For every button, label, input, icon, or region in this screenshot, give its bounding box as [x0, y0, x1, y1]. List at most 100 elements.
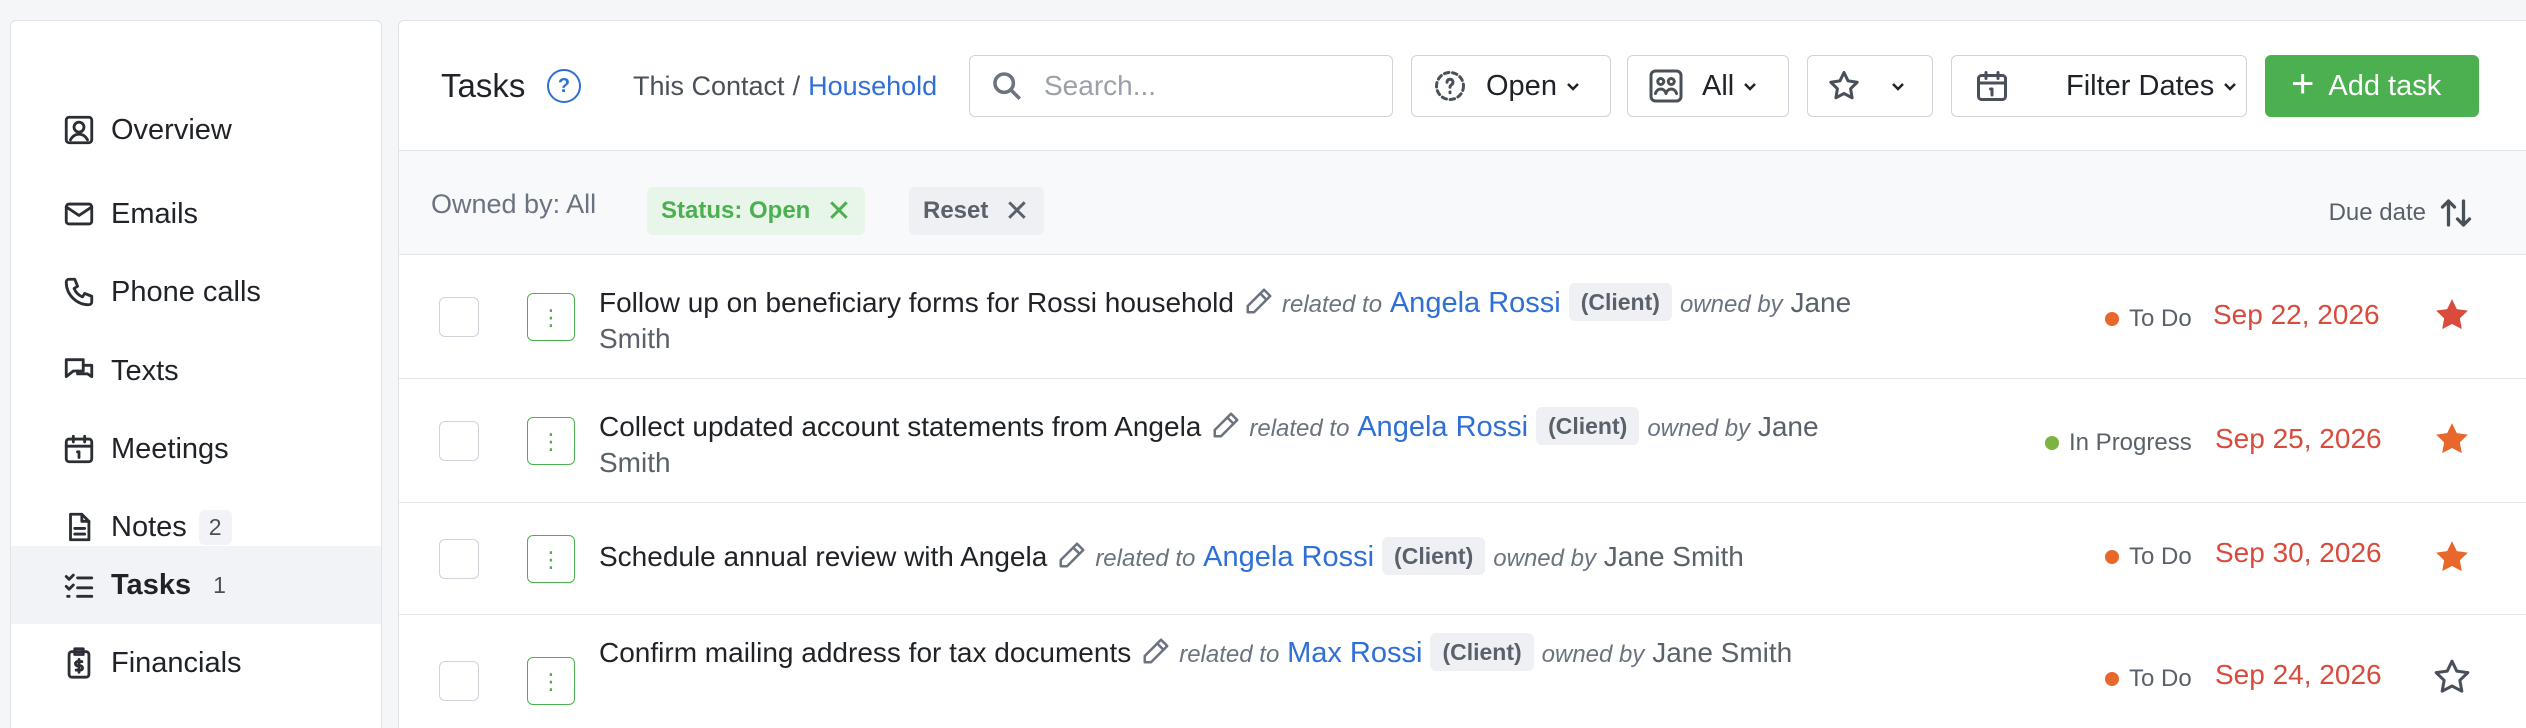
- reset-filters-chip[interactable]: Reset ✕: [909, 187, 1044, 235]
- status-dot-icon: [2105, 672, 2119, 686]
- sidebar-item-meetings[interactable]: Meetings: [11, 410, 381, 488]
- chat-icon: [61, 353, 97, 389]
- contact-type-badge: (Client): [1536, 407, 1640, 445]
- status-label: To Do: [2129, 665, 2192, 692]
- notes-count-badge: 2: [198, 509, 232, 545]
- star-filled-icon[interactable]: [2432, 419, 2472, 459]
- owner-filter-dropdown[interactable]: All: [1627, 55, 1789, 117]
- phone-icon: [61, 274, 97, 310]
- owner-filter-label: All: [1702, 69, 1735, 102]
- close-icon[interactable]: ✕: [826, 194, 851, 229]
- chevron-down-icon: [2224, 83, 2237, 91]
- task-row[interactable]: ⋮ Follow up on beneficiary forms for Ros…: [399, 255, 2526, 379]
- sidebar-item-label: Emails: [111, 197, 199, 230]
- task-checkbox[interactable]: [439, 421, 479, 461]
- task-row[interactable]: ⋮ Confirm mailing address for tax docume…: [399, 615, 2526, 728]
- search-input[interactable]: [1044, 70, 1364, 102]
- date-filter-dropdown[interactable]: Filter Dates: [1951, 55, 2247, 117]
- task-text: Follow up on beneficiary forms for Rossi…: [599, 283, 1869, 356]
- status-chip-label: Status: Open: [661, 197, 811, 224]
- drag-handle-icon[interactable]: ⋮: [527, 417, 575, 465]
- sidebar-item-label: Tasks: [111, 568, 192, 601]
- sidebar-item-overview[interactable]: Overview: [11, 91, 381, 169]
- sidebar-item-label: Meetings: [111, 432, 229, 465]
- plus-icon: +: [2291, 62, 2315, 106]
- task-title[interactable]: Collect updated account statements from …: [599, 411, 1201, 442]
- task-text: Schedule annual review with Angela relate…: [599, 537, 1999, 576]
- sort-due-date[interactable]: Due date: [2329, 195, 2474, 231]
- sidebar-item-label: Phone calls: [111, 275, 261, 308]
- breadcrumb-this-contact[interactable]: This Contact: [633, 71, 785, 101]
- sort-label: Due date: [2328, 199, 2426, 226]
- related-to-text: related to: [1095, 545, 1196, 572]
- task-owner: Jane Smith: [1603, 541, 1744, 572]
- sidebar-item-label: Texts: [111, 354, 179, 387]
- status-dot-icon: [2105, 550, 2119, 564]
- drag-handle-icon[interactable]: ⋮: [527, 535, 575, 583]
- star-outline-icon[interactable]: [2432, 657, 2472, 697]
- pencil-icon[interactable]: [1141, 636, 1171, 666]
- drag-handle-icon[interactable]: ⋮: [527, 293, 575, 341]
- task-title[interactable]: Schedule annual review with Angela: [599, 541, 1047, 572]
- close-icon[interactable]: ✕: [1004, 194, 1029, 229]
- status-badge: To Do: [2105, 305, 2192, 333]
- status-filter-label: Open: [1486, 69, 1557, 102]
- team-icon: [1649, 69, 1683, 103]
- task-row[interactable]: ⋮ Schedule annual review with Angela rela…: [399, 503, 2526, 615]
- star-filled-icon[interactable]: [2432, 537, 2472, 577]
- owned-by-text: owned by: [1647, 415, 1751, 442]
- owned-by-text: owned by: [1493, 545, 1597, 572]
- pencil-icon[interactable]: [1244, 286, 1274, 316]
- task-title[interactable]: Follow up on beneficiary forms for Rossi…: [599, 287, 1234, 318]
- task-checkbox[interactable]: [439, 297, 479, 337]
- due-date: Sep 24, 2026: [2215, 659, 2382, 690]
- chevron-down-icon: [1567, 83, 1579, 91]
- breadcrumb-household[interactable]: Household: [808, 71, 937, 101]
- task-row[interactable]: ⋮ Collect updated account statements fro…: [399, 379, 2526, 503]
- tasks-panel: Tasks ? This Contact/Household Open All …: [398, 20, 2526, 728]
- calendar-icon: [61, 431, 97, 467]
- pencil-icon[interactable]: [1057, 540, 1087, 570]
- sort-arrows-icon: [2440, 199, 2472, 227]
- related-contact-link[interactable]: Angela Rossi: [1357, 411, 1528, 443]
- task-text: Confirm mailing address for tax document…: [599, 633, 1829, 672]
- add-task-button[interactable]: + Add task: [2265, 55, 2479, 117]
- related-to-text: related to: [1249, 415, 1350, 442]
- dashed-question-circle-icon: [1435, 71, 1465, 101]
- status-badge: To Do: [2105, 543, 2192, 571]
- status-badge: To Do: [2105, 665, 2192, 693]
- pencil-icon[interactable]: [1211, 410, 1241, 440]
- task-checkbox[interactable]: [439, 661, 479, 701]
- status-label: To Do: [2129, 305, 2192, 332]
- mail-icon: [61, 196, 97, 232]
- tasks-header: Tasks ? This Contact/Household Open All …: [399, 21, 2526, 151]
- task-text: Collect updated account statements from …: [599, 407, 1849, 480]
- related-to-text: related to: [1179, 641, 1280, 668]
- star-filled-icon[interactable]: [2432, 295, 2472, 335]
- active-filters-bar: Owned by: All Status: Open ✕ Reset ✕ Due…: [399, 151, 2526, 255]
- sidebar-item-phone-calls[interactable]: Phone calls: [11, 253, 381, 331]
- contact-type-badge: (Client): [1382, 537, 1486, 575]
- sidebar-item-tasks[interactable]: Tasks 1: [11, 546, 381, 624]
- due-date: Sep 30, 2026: [2215, 537, 2382, 568]
- task-title[interactable]: Confirm mailing address for tax document…: [599, 637, 1131, 668]
- related-contact-link[interactable]: Angela Rossi: [1390, 287, 1561, 319]
- page-title: Tasks: [441, 67, 526, 104]
- starred-filter-dropdown[interactable]: [1807, 55, 1933, 117]
- task-checkbox[interactable]: [439, 539, 479, 579]
- related-contact-link[interactable]: Angela Rossi: [1203, 541, 1374, 573]
- status-filter-chip[interactable]: Status: Open ✕: [647, 187, 866, 235]
- breadcrumb-separator: /: [792, 71, 801, 101]
- sidebar-item-texts[interactable]: Texts: [11, 332, 381, 410]
- drag-handle-icon[interactable]: ⋮: [527, 657, 575, 705]
- status-filter-dropdown[interactable]: Open: [1411, 55, 1611, 117]
- sidebar-item-financials[interactable]: Financials: [11, 624, 381, 702]
- owned-by-label: Owned by: All: [431, 189, 597, 219]
- status-dot-icon: [2105, 312, 2119, 326]
- sidebar-item-emails[interactable]: Emails: [11, 175, 381, 253]
- add-task-label: Add task: [2328, 69, 2442, 102]
- help-icon[interactable]: ?: [547, 69, 581, 103]
- date-filter-label: Filter Dates: [2066, 69, 2215, 102]
- related-contact-link[interactable]: Max Rossi: [1287, 637, 1422, 669]
- calendar-icon: [1977, 71, 2007, 101]
